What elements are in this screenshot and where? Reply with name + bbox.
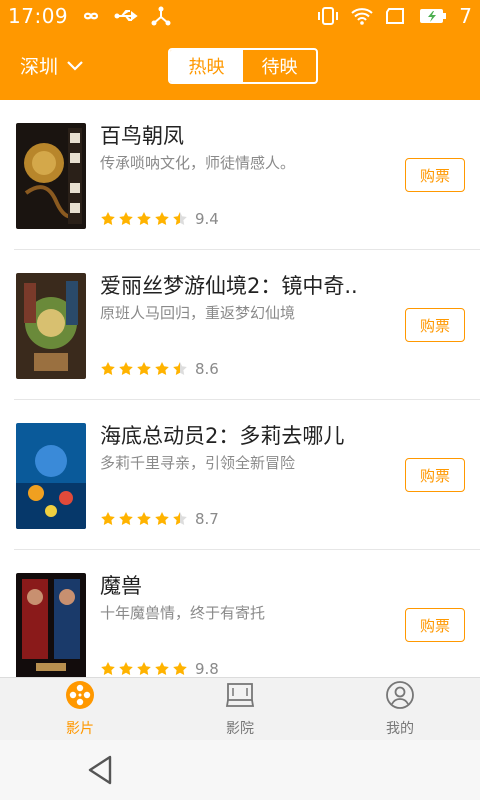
- star-icon: [101, 362, 115, 375]
- movie-list[interactable]: 百鸟朝凤 传承唢呐文化，师徒情感人。 9.4 购票 爱丽丝梦游仙境2：镜中奇..: [0, 100, 480, 677]
- sim-icon: [385, 7, 407, 25]
- movie-description: 原班人马回归，重返梦幻仙境: [100, 304, 296, 322]
- movie-tab-switch: 热映 待映: [168, 48, 318, 84]
- battery-level: 7: [459, 4, 472, 28]
- movie-title: 海底总动员2：多莉去哪儿: [100, 424, 345, 448]
- status-time: 17:09: [8, 4, 69, 28]
- star-icon: [101, 662, 115, 675]
- user-profile-icon: [385, 680, 415, 714]
- rating-score: 8.6: [195, 360, 219, 378]
- rating-stars: [100, 511, 188, 527]
- star-icon: [173, 362, 187, 375]
- rating-score: 9.8: [195, 660, 219, 677]
- movie-rating: 8.6: [100, 360, 219, 378]
- share-icon: [150, 5, 172, 27]
- chevron-down-icon: [66, 55, 84, 77]
- star-icon: [137, 362, 151, 375]
- star-icon: [155, 512, 169, 525]
- system-nav-bar: [0, 740, 480, 800]
- tab-movies[interactable]: 影片: [0, 678, 160, 740]
- list-item[interactable]: 爱丽丝梦游仙境2：镜中奇.. 原班人马回归，重返梦幻仙境 8.6 购票: [14, 250, 480, 400]
- status-bar: 17:09 7: [0, 0, 480, 32]
- star-icon: [101, 212, 115, 225]
- movie-rating: 9.4: [100, 210, 219, 228]
- movie-rating: 9.8: [100, 660, 219, 677]
- tab-now-showing[interactable]: 热映: [170, 50, 243, 82]
- list-item[interactable]: 魔兽 十年魔兽情，终于有寄托 9.8 购票: [14, 550, 480, 677]
- app-root: 17:09 7 深圳 热映 待映 百鸟朝凤 传承唢呐文化，师徒情感人。 9.4 …: [0, 0, 480, 800]
- rating-score: 9.4: [195, 210, 219, 228]
- tab-profile[interactable]: 我的: [320, 678, 480, 740]
- list-item[interactable]: 百鸟朝凤 传承唢呐文化，师徒情感人。 9.4 购票: [14, 100, 480, 250]
- movie-poster: [16, 123, 86, 229]
- movie-poster: [16, 423, 86, 529]
- rating-stars: [100, 361, 188, 377]
- movie-title: 魔兽: [100, 574, 142, 598]
- movie-poster: [16, 273, 86, 379]
- movie-title: 百鸟朝凤: [100, 124, 184, 148]
- rating-score: 8.7: [195, 510, 219, 528]
- header: 17:09 7 深圳 热映 待映: [0, 0, 480, 100]
- usb-icon: [114, 8, 140, 24]
- star-icon: [101, 512, 115, 525]
- movie-description: 传承唢呐文化，师徒情感人。: [100, 154, 296, 172]
- cinema-screen-icon: [225, 680, 255, 714]
- buy-ticket-button[interactable]: 购票: [405, 458, 465, 492]
- star-icon: [173, 662, 187, 675]
- star-icon: [119, 362, 133, 375]
- tab-label: 影片: [66, 721, 94, 737]
- movie-title: 爱丽丝梦游仙境2：镜中奇..: [100, 274, 358, 298]
- star-icon: [155, 362, 169, 375]
- vibrate-icon: [317, 5, 339, 27]
- star-icon: [173, 212, 187, 225]
- movie-description: 十年魔兽情，终于有寄托: [100, 604, 266, 622]
- movie-rating: 8.7: [100, 510, 219, 528]
- navbar: 深圳 热映 待映: [0, 40, 480, 92]
- star-icon: [119, 212, 133, 225]
- infinity-icon: [78, 8, 104, 24]
- list-item[interactable]: 海底总动员2：多莉去哪儿 多莉千里寻亲，引领全新冒险 8.7 购票: [14, 400, 480, 550]
- star-icon: [173, 512, 187, 525]
- movie-description: 多莉千里寻亲，引领全新冒险: [100, 454, 296, 472]
- rating-stars: [100, 211, 188, 227]
- buy-ticket-button[interactable]: 购票: [405, 308, 465, 342]
- star-icon: [155, 212, 169, 225]
- battery-charging-icon: [419, 7, 447, 25]
- wifi-icon: [351, 7, 373, 25]
- rating-stars: [100, 661, 188, 677]
- tab-cinemas[interactable]: 影院: [160, 678, 320, 740]
- star-icon: [119, 512, 133, 525]
- star-icon: [155, 662, 169, 675]
- tab-label: 影院: [226, 721, 254, 737]
- star-icon: [137, 212, 151, 225]
- star-icon: [119, 662, 133, 675]
- film-reel-icon: [65, 680, 95, 714]
- city-selector[interactable]: 深圳: [20, 52, 84, 79]
- buy-ticket-button[interactable]: 购票: [405, 158, 465, 192]
- tab-label: 我的: [386, 721, 414, 737]
- city-label: 深圳: [20, 56, 59, 78]
- buy-ticket-button[interactable]: 购票: [405, 608, 465, 642]
- bottom-tab-bar: 影片 影院 我的: [0, 677, 480, 740]
- tab-coming-soon[interactable]: 待映: [243, 50, 316, 82]
- star-icon: [137, 662, 151, 675]
- back-icon[interactable]: [86, 754, 116, 786]
- star-icon: [137, 512, 151, 525]
- movie-poster: [16, 573, 86, 677]
